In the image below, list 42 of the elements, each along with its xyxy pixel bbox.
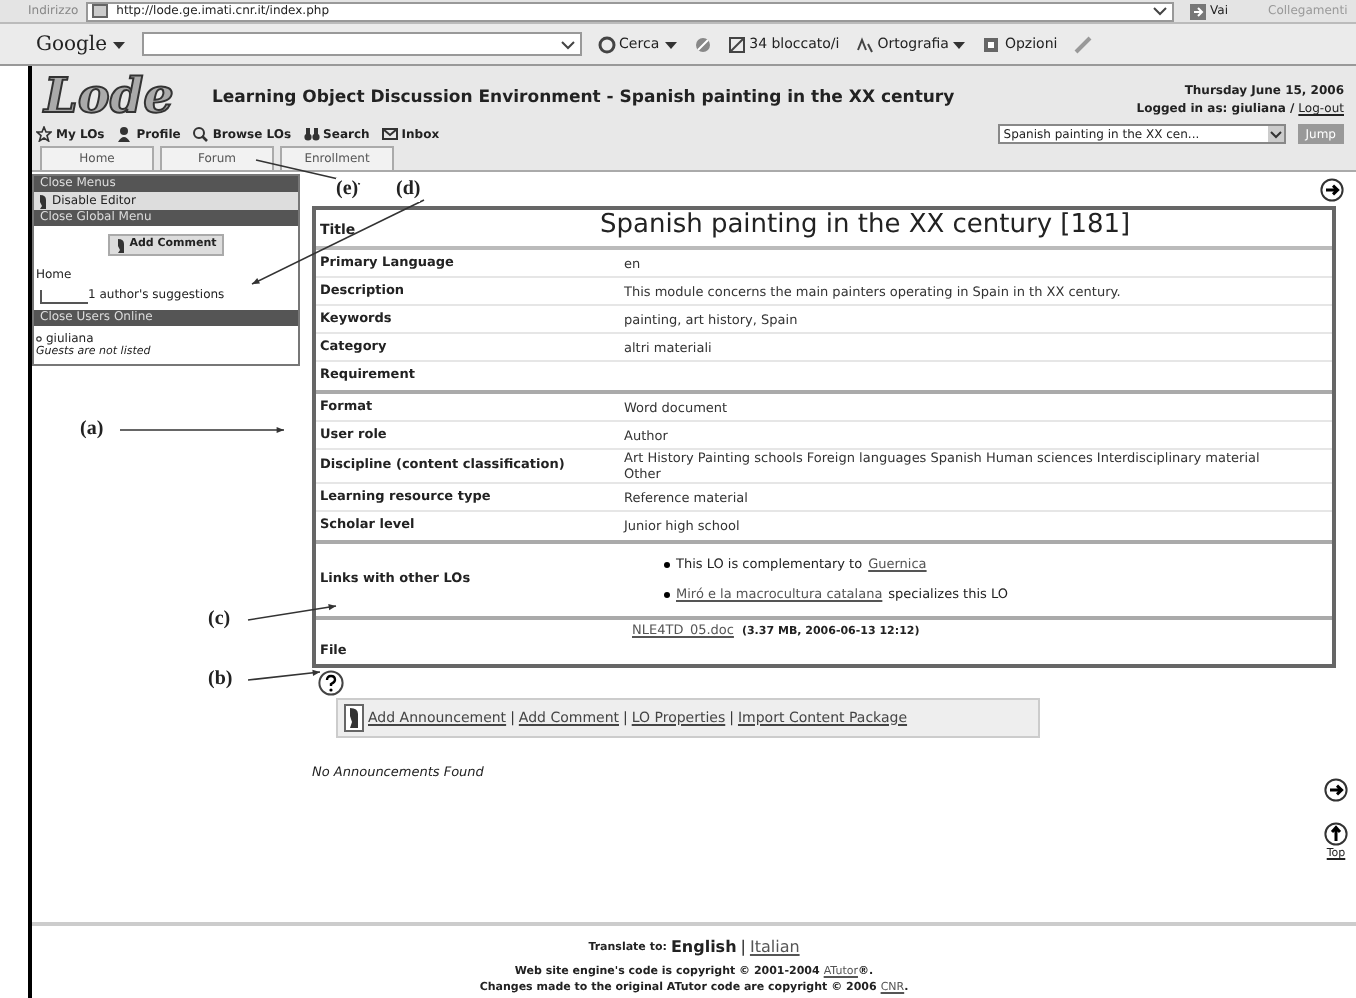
binoculars-icon [303, 126, 320, 142]
annotation-label: (c) [208, 608, 231, 632]
dropdown-icon [1152, 4, 1169, 18]
pencil-icon [1073, 35, 1092, 53]
tree-connector-icon [40, 290, 88, 304]
online-dot-icon [36, 336, 42, 342]
pen-icon [344, 704, 364, 732]
bullet-icon [664, 562, 670, 569]
page-icon [92, 4, 109, 18]
blocked-icon [727, 35, 746, 53]
pen-icon [115, 237, 126, 253]
envelope-icon [381, 126, 398, 142]
google-menu-button[interactable]: Google [36, 29, 126, 59]
star-icon [36, 126, 52, 142]
annotation-label: (a) [80, 418, 104, 442]
lo-title: Spanish painting in the XX century [181] [600, 207, 1131, 243]
dropdown-icon [1267, 126, 1284, 142]
search-field[interactable] [141, 32, 582, 56]
pen-icon [38, 193, 48, 209]
caret-icon [663, 37, 678, 51]
up-arrow-icon [1324, 821, 1348, 846]
annotation-arrow [247, 669, 321, 681]
search-icon [597, 35, 616, 53]
language-link[interactable]: Italian [749, 940, 800, 956]
current-language: English [670, 940, 737, 956]
annotation-label: (e) [336, 178, 359, 202]
caret-icon [952, 37, 967, 51]
bullet-icon [664, 591, 670, 598]
caret-icon [111, 37, 126, 51]
dropdown-icon [559, 37, 576, 51]
magnifier-icon [192, 126, 209, 142]
site-title: Learning Object Discussion Environment - Spanish painting in the XX century [212, 86, 957, 112]
person-icon [116, 126, 133, 142]
next-arrow-icon [1320, 178, 1344, 202]
next-arrow-icon [1324, 777, 1348, 802]
separator-text: | [740, 940, 746, 956]
annotation-label: (d) [396, 178, 421, 202]
annotation-arrow [247, 604, 337, 621]
spellcheck-icon [855, 35, 874, 53]
annotation-label: (b) [208, 668, 233, 692]
options-icon [982, 35, 1001, 53]
arrow-icon [1190, 3, 1207, 19]
